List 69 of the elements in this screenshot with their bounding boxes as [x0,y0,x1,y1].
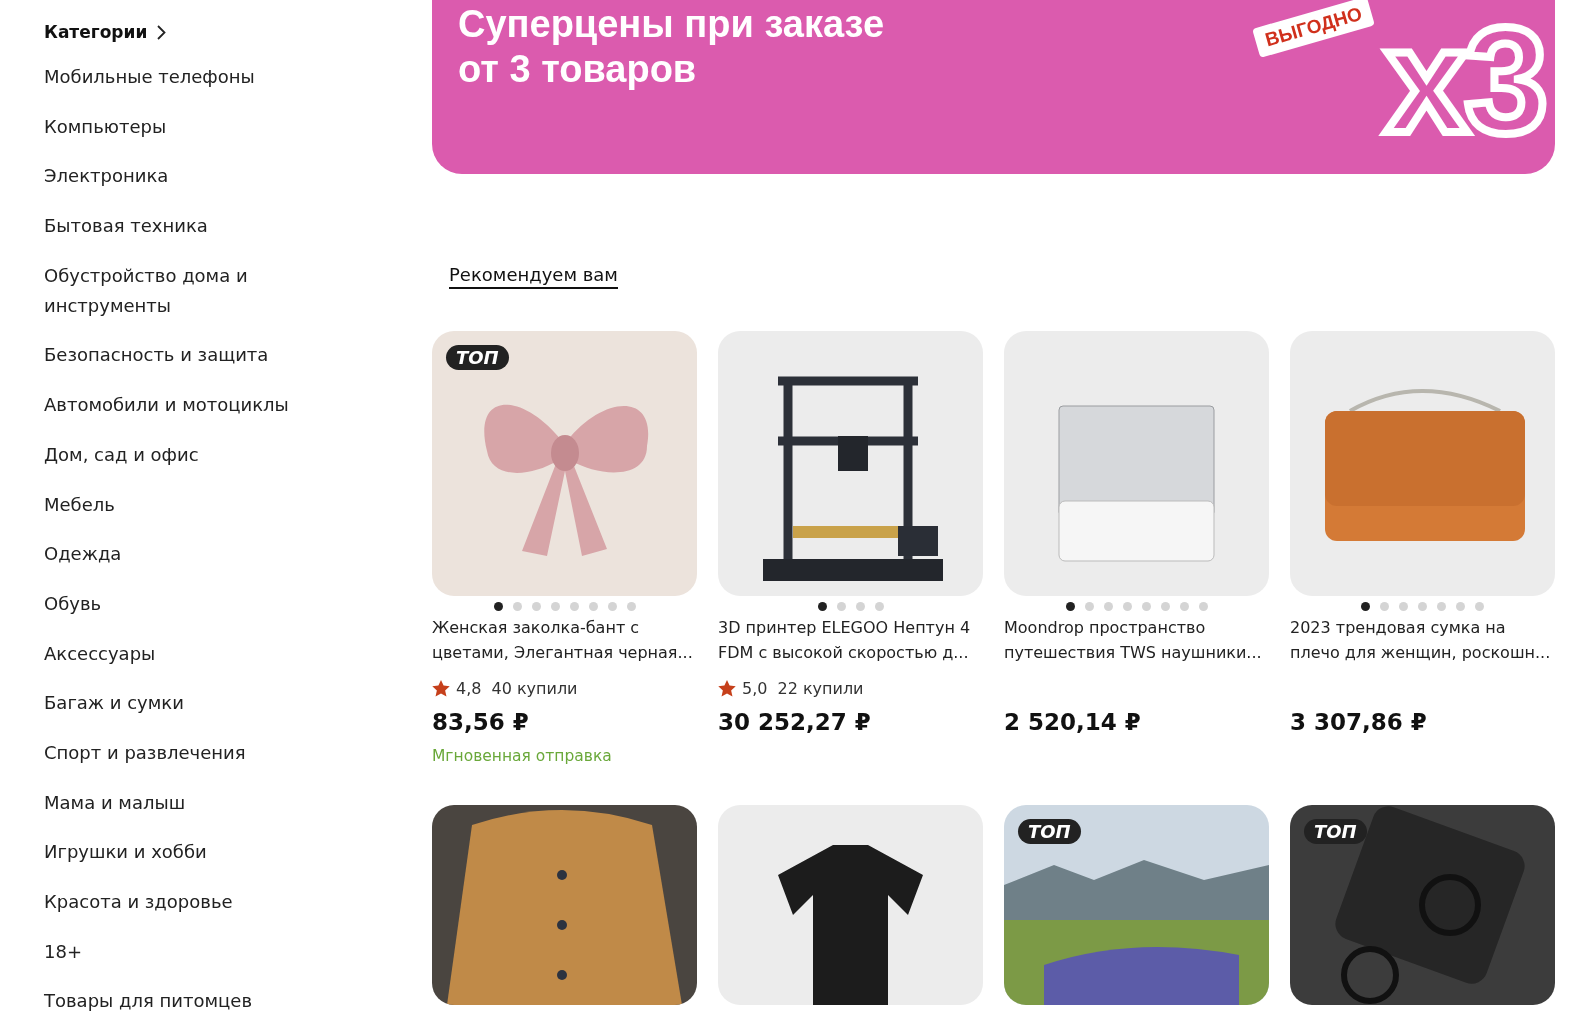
carousel-dot[interactable] [1065,602,1075,611]
categories-heading[interactable]: Категории [44,22,148,42]
banner-title: Суперцены при заказе от 3 товаров [458,2,885,92]
carousel-dot[interactable] [493,602,503,611]
carousel-dot[interactable] [1179,602,1189,611]
carousel-dot[interactable] [1160,602,1170,611]
top-badge: ТОП [1018,819,1081,844]
section-tab[interactable]: Рекомендуем вам [449,264,618,289]
category-link[interactable]: Одежда [44,539,294,570]
category-link[interactable]: Автомобили и мотоциклы [44,390,294,421]
category-link[interactable]: Багаж и сумки [44,688,294,719]
carousel-dot[interactable] [569,602,579,611]
product-title[interactable]: 3D принтер ELEGOO Нептун 4 FDM с высокой скоростью д... [718,615,983,665]
carousel-dot[interactable] [1198,602,1208,611]
carousel-dot[interactable] [1437,602,1446,611]
top-badge: ТОП [1304,819,1367,844]
carousel-dot[interactable] [817,602,827,611]
carousel-dot[interactable] [1103,602,1113,611]
carousel-dot[interactable] [1141,602,1151,611]
carousel-dot[interactable] [855,602,865,611]
category-link[interactable]: Дом, сад и офис [44,439,294,470]
rating-value: 4,8 [456,678,482,698]
product-price: 30 252,27 ₽ [718,709,872,735]
category-link[interactable]: Бытовая техника [44,211,294,242]
top-badge: ТОП [446,345,509,370]
product-title[interactable]: 2023 трендовая сумка на плечо для женщин, роскошн... [1290,615,1555,665]
category-link[interactable]: Красота и здоровье [44,887,294,917]
category-link[interactable]: Электроника [44,161,294,192]
carousel-dot[interactable] [1380,602,1389,611]
carousel-dot[interactable] [1084,602,1094,611]
carousel-dot[interactable] [1475,602,1484,611]
star-icon [718,679,736,697]
carousel-dot[interactable] [626,602,636,611]
category-link[interactable]: Безопасность и защита [44,340,294,371]
carousel-dot[interactable] [607,602,617,611]
carousel-dot[interactable] [1122,602,1132,611]
category-link[interactable]: Игрушки и хобби [44,837,294,868]
product-price: 2 520,14 ₽ [1004,709,1142,735]
product-title[interactable]: Moondrop пространство путешествия TWS наушники... [1004,615,1269,665]
rating-value: 5,0 [742,678,768,698]
product-price: 3 307,86 ₽ [1290,709,1428,735]
category-link[interactable]: Обувь [44,588,294,619]
category-link[interactable]: Товары для питомцев [44,986,294,1017]
carousel-dot[interactable] [836,602,846,611]
purchase-count: 22 купили [777,678,864,698]
carousel-dot[interactable] [588,602,598,611]
category-link[interactable]: Обустройство дома и инструменты [44,260,294,321]
carousel-dot[interactable] [550,602,560,611]
carousel-dot[interactable] [531,602,541,611]
category-link[interactable]: Спорт и развлечения [44,737,294,768]
carousel-dot[interactable] [1399,602,1408,611]
category-link[interactable]: Компьютеры [44,111,294,142]
banner-multiplier: x3 [1377,0,1552,160]
chevron-right-icon [157,24,167,40]
category-link[interactable]: Мобильные телефоны [44,62,294,92]
carousel-dot[interactable] [512,602,522,611]
purchase-count: 40 купили [491,678,578,698]
carousel-dot[interactable] [874,602,884,611]
shipping-label: Мгновенная отправка [432,747,613,765]
category-link[interactable]: Аксессуары [44,638,294,669]
category-link[interactable]: Мама и малыш [44,787,294,818]
category-link[interactable]: Мебель [44,489,294,520]
category-link[interactable]: 18+ [44,936,294,967]
carousel-dot[interactable] [1361,602,1370,611]
star-icon [432,679,450,697]
carousel-dot[interactable] [1456,602,1465,611]
product-price: 83,56 ₽ [432,709,530,735]
product-title[interactable]: Женская заколка-бант с цветами, Элегантная черная... [432,615,697,665]
carousel-dot[interactable] [1418,602,1427,611]
